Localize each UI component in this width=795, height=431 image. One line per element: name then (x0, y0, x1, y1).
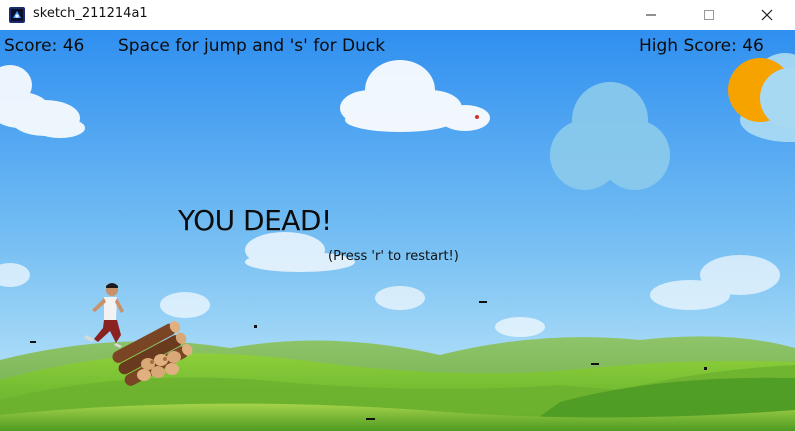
distant-bird (475, 115, 479, 119)
controls-instructions: Space for jump and 's' for Duck (118, 36, 386, 56)
maximize-icon (703, 9, 715, 21)
close-button[interactable] (738, 0, 795, 30)
game-background (0, 30, 795, 431)
restart-hint: (Press 'r' to restart!) (328, 249, 459, 264)
score-label: Score: 46 (4, 36, 85, 56)
game-window: sketch_211214a1 Score: 46 Space for jump… (0, 0, 795, 431)
title-bar[interactable]: sketch_211214a1 (0, 0, 795, 30)
window-title: sketch_211214a1 (33, 6, 148, 21)
minimize-button[interactable] (622, 0, 680, 30)
app-icon (9, 7, 25, 23)
minimize-icon (645, 9, 657, 21)
high-score-label: High Score: 46 (639, 36, 764, 56)
game-over-title: YOU DEAD! (178, 204, 332, 237)
maximize-button[interactable] (680, 0, 738, 30)
close-icon (761, 9, 773, 21)
game-canvas[interactable]: Score: 46 Space for jump and 's' for Duc… (0, 30, 795, 431)
